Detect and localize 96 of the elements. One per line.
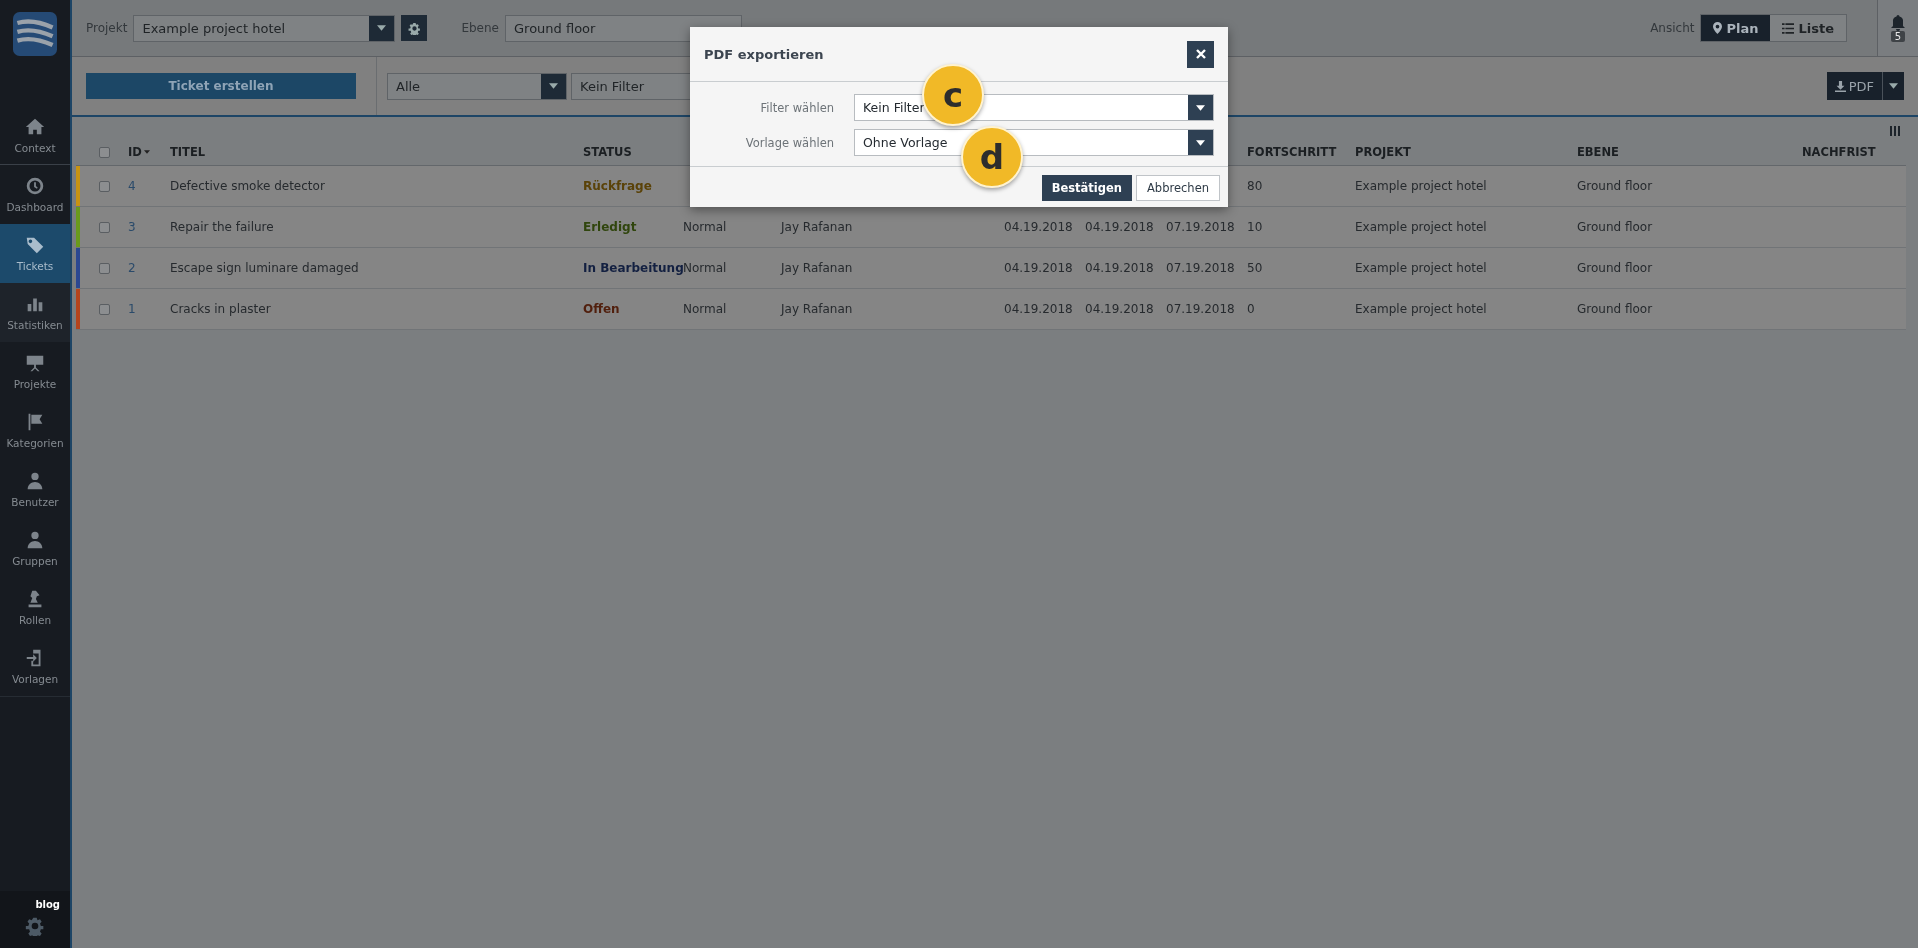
close-button[interactable]	[1187, 40, 1214, 68]
table-cell: Jay Rafanan	[781, 220, 853, 234]
columns-icon[interactable]	[1890, 126, 1900, 136]
sidebar-item[interactable]: Benutzer	[0, 460, 70, 519]
table-cell: Example project hotel	[1355, 261, 1487, 275]
row-checkbox[interactable]	[98, 180, 110, 192]
table-cell: Cracks in plaster	[170, 302, 271, 316]
confirm-button[interactable]: Bestätigen	[1041, 175, 1132, 201]
table-cell: 04.19.2018	[1004, 261, 1073, 275]
column-header[interactable]: PROJEKT	[1355, 145, 1411, 159]
column-header[interactable]: STATUS	[583, 145, 632, 159]
caret-icon	[1196, 104, 1205, 111]
cancel-button[interactable]: Abbrechen	[1136, 175, 1220, 201]
caret-icon	[1196, 139, 1205, 146]
table-cell: 07.19.2018	[1166, 302, 1235, 316]
table-cell: 04.19.2018	[1085, 220, 1154, 234]
table-cell: Jay Rafanan	[781, 261, 853, 275]
sidebar-item[interactable]: Context	[0, 106, 70, 165]
blog-link[interactable]: blog	[35, 899, 60, 910]
ticket-id-link[interactable]: 2	[128, 261, 136, 275]
gear-icon	[407, 21, 421, 35]
sidebar-item[interactable]: Kategorien	[0, 401, 70, 460]
table-cell: Example project hotel	[1355, 179, 1487, 193]
caret-icon	[377, 25, 387, 31]
table-cell: Ground floor	[1577, 302, 1653, 316]
map-pin-icon	[1713, 22, 1723, 34]
status-text: In Bearbeitung	[583, 261, 684, 275]
column-header[interactable]: FORTSCHRITT	[1247, 145, 1337, 159]
table-cell: Repair the failure	[170, 220, 274, 234]
table-cell: Jay Rafanan	[781, 302, 853, 316]
project-select[interactable]: Example project hotel	[133, 14, 396, 42]
column-header[interactable]: TITEL	[170, 145, 206, 159]
dialog-title: PDF exportieren	[704, 46, 824, 62]
table-cell: Ground floor	[1577, 261, 1653, 275]
table-cell: Ground floor	[1577, 220, 1653, 234]
sidebar-item[interactable]: Vorlagen	[0, 637, 70, 696]
caret-icon	[549, 83, 558, 89]
sidebar-item[interactable]: Tickets	[0, 224, 70, 283]
notification-count: 5	[1890, 30, 1906, 42]
table-cell: 07.19.2018	[1166, 261, 1235, 275]
table-cell: Example project hotel	[1355, 220, 1487, 234]
project-label: Projekt	[86, 21, 128, 35]
sidebar-item[interactable]: Projekte	[0, 342, 70, 401]
sidebar-item[interactable]: Statistiken	[0, 283, 70, 342]
scope-select[interactable]: Alle	[387, 72, 567, 100]
table-cell: 04.19.2018	[1085, 261, 1154, 275]
table-cell: Ground floor	[1577, 179, 1653, 193]
column-header[interactable]: ID	[128, 145, 142, 159]
table-cell: 10	[1247, 220, 1263, 234]
table-cell: Normal	[683, 220, 727, 234]
list-icon	[1782, 22, 1795, 34]
sidebar-item[interactable]: Dashboard	[0, 165, 70, 224]
status-text: Offen	[583, 302, 620, 316]
column-header[interactable]: EBENE	[1577, 145, 1619, 159]
table-cell: Escape sign luminare damaged	[170, 261, 359, 275]
table-cell: Normal	[683, 261, 727, 275]
nav-icon	[24, 175, 46, 197]
logo-icon	[13, 12, 57, 56]
table-cell: Example project hotel	[1355, 302, 1487, 316]
column-header[interactable]: NACHFRIST	[1802, 145, 1876, 159]
view-tab[interactable]: Liste	[1770, 15, 1846, 41]
view-label: Ansicht	[1650, 21, 1695, 35]
pdf-menu-button[interactable]	[1882, 72, 1904, 100]
sidebar-item[interactable]: Rollen	[0, 578, 70, 637]
row-checkbox[interactable]	[98, 221, 110, 233]
table-cell: 07.19.2018	[1166, 220, 1235, 234]
settings-button[interactable]	[401, 15, 428, 41]
table-cell: Defective smoke detector	[170, 179, 325, 193]
floor-label: Ebene	[461, 21, 499, 35]
field-label: Filter wählen	[759, 100, 835, 115]
select-all-checkbox[interactable]	[98, 146, 110, 158]
table-cell: 80	[1247, 179, 1263, 193]
ticket-id-link[interactable]: 3	[128, 220, 136, 234]
bell-icon[interactable]	[1890, 14, 1906, 31]
ticket-id-link[interactable]: 4	[128, 179, 136, 193]
row-checkbox[interactable]	[98, 303, 110, 315]
table-cell: 0	[1247, 302, 1255, 316]
close-icon	[1195, 49, 1206, 59]
pdf-button[interactable]: PDF	[1826, 72, 1882, 100]
sidebar-item[interactable]: Gruppen	[0, 519, 70, 578]
status-text: Rückfrage	[583, 179, 652, 193]
settings-icon[interactable]	[25, 916, 45, 936]
row-checkbox[interactable]	[98, 262, 110, 274]
sort-icon[interactable]	[143, 150, 150, 154]
caret-icon	[1889, 83, 1898, 89]
create-ticket-button[interactable]: Ticket erstellen	[86, 73, 356, 99]
table-cell: 04.19.2018	[1004, 220, 1073, 234]
download-icon	[1834, 80, 1846, 92]
ticket-id-link[interactable]: 1	[128, 302, 136, 316]
view-tab[interactable]: Plan	[1701, 15, 1771, 41]
table-cell: Normal	[683, 302, 727, 316]
table-cell: 04.19.2018	[1004, 302, 1073, 316]
table-cell: 04.19.2018	[1085, 302, 1154, 316]
table-cell: 50	[1247, 261, 1263, 275]
field-label: Vorlage wählen	[744, 135, 835, 150]
status-text: Erledigt	[583, 220, 637, 234]
